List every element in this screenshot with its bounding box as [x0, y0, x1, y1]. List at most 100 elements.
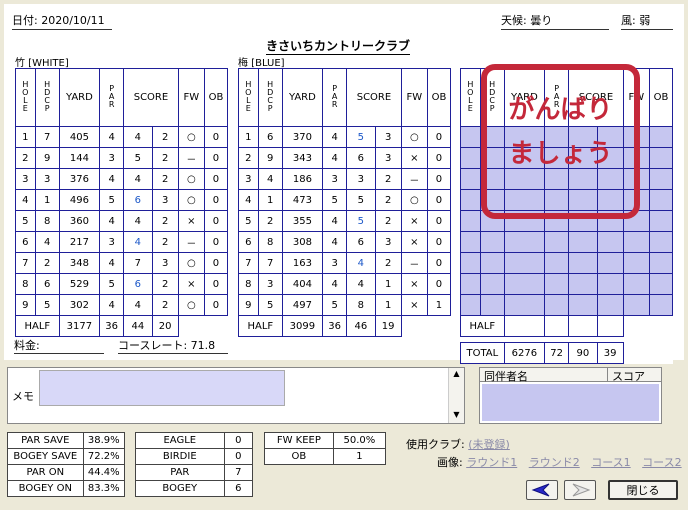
empty-cell[interactable]	[479, 273, 505, 295]
empty-cell[interactable]	[568, 294, 598, 316]
hole-score[interactable]: 5	[123, 147, 153, 169]
empty-cell[interactable]	[596, 252, 624, 274]
empty-cell[interactable]	[648, 147, 674, 169]
next-button[interactable]	[564, 480, 596, 500]
hole-score[interactable]: 4	[346, 273, 376, 295]
hole-score[interactable]: 6	[346, 231, 376, 253]
hole-putt[interactable]: 3	[151, 189, 179, 211]
hole-fw[interactable]: ○	[400, 126, 428, 148]
hole-putt[interactable]: 3	[374, 126, 402, 148]
empty-cell[interactable]	[479, 231, 505, 253]
hole-putt[interactable]: 2	[151, 168, 179, 190]
hole-ob[interactable]: 0	[203, 231, 229, 253]
image-link-round1[interactable]: ラウンド1	[466, 456, 517, 469]
hole-putt[interactable]: 2	[151, 231, 179, 253]
empty-cell[interactable]	[648, 252, 674, 274]
empty-cell[interactable]	[648, 294, 674, 316]
memo-input[interactable]	[39, 370, 285, 406]
empty-cell[interactable]	[544, 294, 570, 316]
hole-ob[interactable]: 0	[426, 210, 452, 232]
hole-ob[interactable]: 0	[203, 210, 229, 232]
hole-fw[interactable]: ○	[177, 126, 205, 148]
hole-fw[interactable]: －	[177, 147, 205, 169]
empty-cell[interactable]	[622, 273, 650, 295]
hole-putt[interactable]: 2	[151, 147, 179, 169]
hole-ob[interactable]: 0	[203, 168, 229, 190]
hole-fw[interactable]: ○	[177, 294, 205, 316]
empty-cell[interactable]	[622, 294, 650, 316]
empty-cell[interactable]	[503, 231, 546, 253]
empty-cell[interactable]	[568, 252, 598, 274]
empty-cell[interactable]	[503, 294, 546, 316]
empty-cell[interactable]	[596, 294, 624, 316]
hole-score[interactable]: 4	[346, 252, 376, 274]
hole-fw[interactable]: ×	[400, 294, 428, 316]
hole-score[interactable]: 6	[123, 189, 153, 211]
hole-score[interactable]: 4	[123, 210, 153, 232]
companion-score-header[interactable]: スコア	[608, 368, 661, 383]
hole-score[interactable]: 5	[346, 126, 376, 148]
hole-putt[interactable]: 2	[374, 189, 402, 211]
hole-putt[interactable]: 2	[151, 126, 179, 148]
empty-cell[interactable]	[544, 231, 570, 253]
companion-name-header[interactable]: 同伴者名	[480, 368, 608, 383]
hole-putt[interactable]: 1	[374, 294, 402, 316]
hole-ob[interactable]: 0	[426, 168, 452, 190]
empty-cell[interactable]	[622, 231, 650, 253]
empty-cell[interactable]	[479, 294, 505, 316]
empty-cell[interactable]	[544, 252, 570, 274]
empty-cell[interactable]	[460, 294, 481, 316]
image-link-course2[interactable]: コース2	[642, 456, 681, 469]
memo-scrollbar[interactable]: ▲ ▼	[448, 368, 464, 423]
hole-fw[interactable]: －	[177, 231, 205, 253]
empty-cell[interactable]	[460, 210, 481, 232]
empty-cell[interactable]	[479, 252, 505, 274]
hole-ob[interactable]: 0	[203, 273, 229, 295]
companions-list[interactable]: 同伴者名 スコア	[479, 367, 662, 424]
empty-cell[interactable]	[460, 252, 481, 274]
empty-cell[interactable]	[596, 231, 624, 253]
hole-fw[interactable]: ×	[177, 273, 205, 295]
hole-fw[interactable]: ○	[177, 168, 205, 190]
club-link[interactable]: (未登録)	[468, 438, 510, 451]
hole-ob[interactable]: 0	[203, 126, 229, 148]
hole-ob[interactable]: 0	[426, 252, 452, 274]
hole-ob[interactable]: 0	[426, 273, 452, 295]
hole-ob[interactable]: 0	[426, 147, 452, 169]
hole-fw[interactable]: ×	[400, 273, 428, 295]
empty-cell[interactable]	[622, 252, 650, 274]
hole-fw[interactable]: ×	[400, 210, 428, 232]
hole-score[interactable]: 4	[123, 126, 153, 148]
hole-fw[interactable]: －	[400, 168, 428, 190]
hole-ob[interactable]: 0	[203, 252, 229, 274]
hole-putt[interactable]: 2	[151, 210, 179, 232]
empty-cell[interactable]	[648, 168, 674, 190]
hole-ob[interactable]: 0	[426, 126, 452, 148]
hole-score[interactable]: 6	[123, 273, 153, 295]
image-link-course1[interactable]: コース1	[591, 456, 630, 469]
hole-score[interactable]: 5	[346, 210, 376, 232]
hole-ob[interactable]: 0	[426, 189, 452, 211]
empty-cell[interactable]	[460, 126, 481, 148]
hole-fw[interactable]: ×	[177, 210, 205, 232]
hole-putt[interactable]: 3	[151, 252, 179, 274]
hole-fw[interactable]: ○	[177, 189, 205, 211]
hole-fw[interactable]: ×	[400, 231, 428, 253]
image-link-round2[interactable]: ラウンド2	[529, 456, 580, 469]
hole-ob[interactable]: 0	[203, 189, 229, 211]
hole-score[interactable]: 3	[346, 168, 376, 190]
scroll-up-icon[interactable]: ▲	[449, 369, 464, 378]
hole-putt[interactable]: 2	[151, 273, 179, 295]
hole-putt[interactable]: 2	[374, 210, 402, 232]
empty-cell[interactable]	[568, 273, 598, 295]
hole-fw[interactable]: ×	[400, 147, 428, 169]
empty-cell[interactable]	[648, 273, 674, 295]
empty-cell[interactable]	[596, 273, 624, 295]
hole-putt[interactable]: 2	[151, 294, 179, 316]
hole-score[interactable]: 4	[123, 294, 153, 316]
empty-cell[interactable]	[460, 147, 481, 169]
scroll-down-icon[interactable]: ▼	[449, 410, 464, 419]
hole-putt[interactable]: 3	[374, 231, 402, 253]
hole-fw[interactable]: －	[400, 252, 428, 274]
empty-cell[interactable]	[544, 273, 570, 295]
